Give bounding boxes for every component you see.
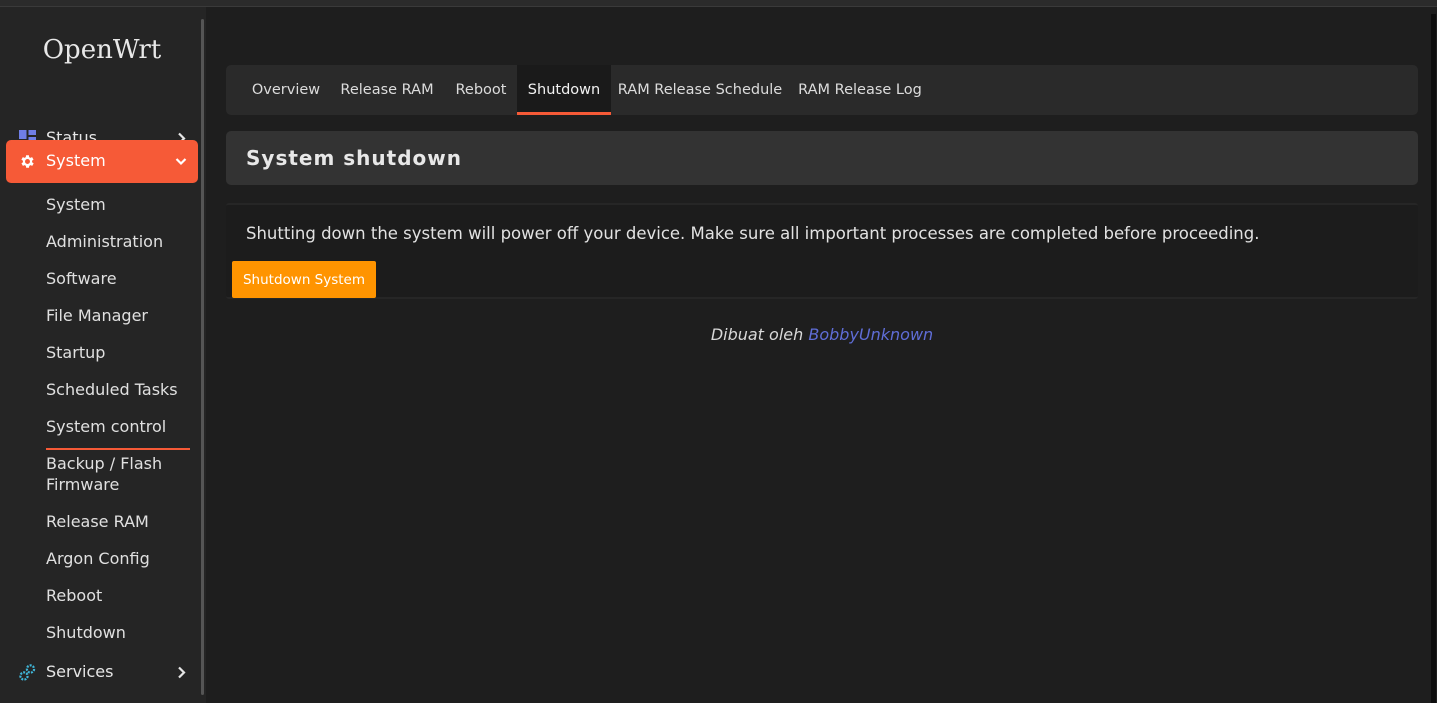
chevron-down-icon [174, 151, 188, 171]
brand-logo[interactable]: OpenWrt [0, 35, 204, 65]
submenu-item-system[interactable]: System [46, 194, 106, 215]
tab-release-ram[interactable]: Release RAM [333, 65, 441, 115]
shutdown-system-button[interactable]: Shutdown System [232, 261, 376, 298]
cogs-icon [18, 663, 37, 682]
submenu-item-scheduled-tasks[interactable]: Scheduled Tasks [46, 379, 178, 400]
sidebar-item-label: Services [46, 662, 114, 681]
tab-ram-release-schedule[interactable]: RAM Release Schedule [616, 65, 784, 115]
submenu-item-system-control[interactable]: System control [46, 416, 166, 437]
gear-icon [18, 152, 37, 171]
page-scrollbar[interactable] [1431, 14, 1436, 703]
submenu-item-backup-flash-firmware[interactable]: Backup / Flash Firmware [46, 453, 176, 495]
submenu-item-shutdown[interactable]: Shutdown [46, 622, 126, 643]
section-header: System shutdown [226, 131, 1418, 185]
sidebar-item-label: System [46, 151, 106, 170]
submenu-item-argon-config[interactable]: Argon Config [46, 548, 150, 569]
footer-author-link[interactable]: BobbyUnknown [808, 325, 933, 344]
tab-reboot[interactable]: Reboot [446, 65, 516, 115]
sidebar-item-system[interactable]: System [6, 140, 198, 183]
tab-overview[interactable]: Overview [243, 65, 329, 115]
page-title: System shutdown [246, 146, 462, 170]
footer-prefix: Dibuat oleh [710, 325, 804, 344]
submenu-item-software[interactable]: Software [46, 268, 117, 289]
shutdown-description: Shutting down the system will power off … [246, 224, 1260, 243]
tab-bar: Overview Release RAM Reboot Shutdown RAM… [226, 65, 1418, 115]
footer-credit: Dibuat oleh BobbyUnknown [226, 325, 1418, 344]
submenu-item-startup[interactable]: Startup [46, 342, 105, 363]
active-submenu-indicator [46, 448, 190, 450]
submenu-item-reboot[interactable]: Reboot [46, 585, 102, 606]
tab-shutdown[interactable]: Shutdown [517, 65, 611, 115]
tab-ram-release-log[interactable]: RAM Release Log [794, 65, 926, 115]
submenu-item-file-manager[interactable]: File Manager [46, 305, 148, 326]
submenu-item-administration[interactable]: Administration [46, 231, 163, 252]
sidebar-item-services[interactable]: Services [6, 651, 198, 694]
shutdown-panel: Shutting down the system will power off … [226, 203, 1418, 299]
chevron-right-icon [174, 662, 188, 682]
sidebar-scrollbar[interactable] [201, 19, 204, 695]
submenu-item-release-ram[interactable]: Release RAM [46, 511, 149, 532]
sidebar: OpenWrt Status System System Administrat… [0, 7, 206, 703]
window-top-bar [0, 0, 1437, 7]
